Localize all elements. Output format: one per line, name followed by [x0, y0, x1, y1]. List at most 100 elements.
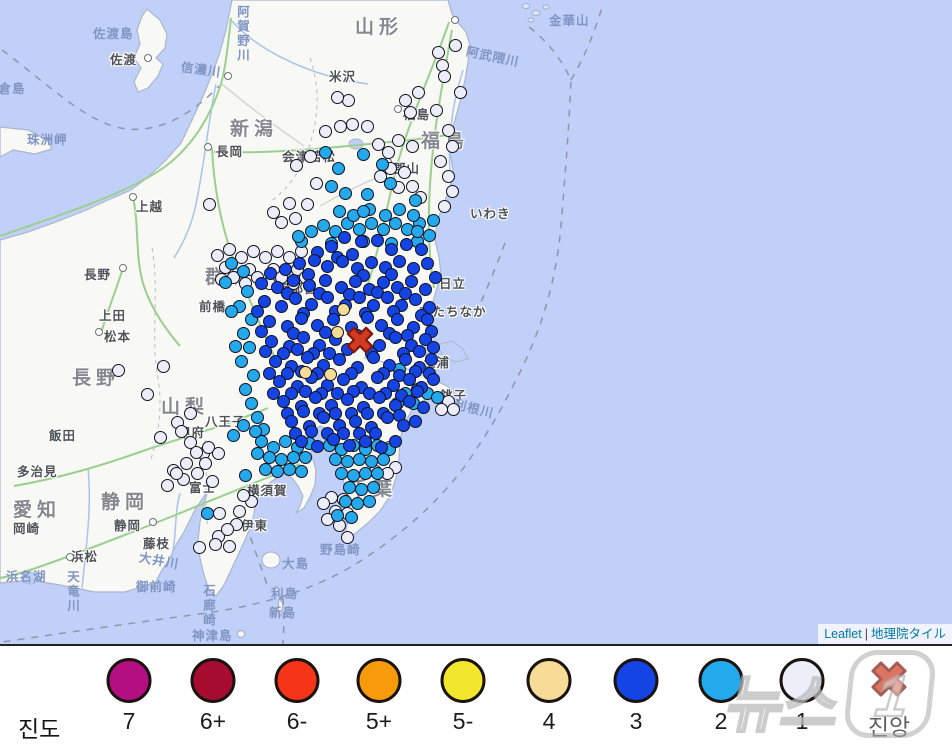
intensity-3-marker	[361, 407, 374, 420]
intensity-2-marker	[384, 177, 397, 190]
intensity-3-marker	[381, 411, 394, 424]
intensity-2-marker	[431, 391, 444, 404]
intensity-3-marker	[251, 305, 264, 318]
leaflet-map[interactable]: 新潟福島長野山梨静岡愛知群馬山形千葉佐渡長岡上越米沢会津若松郡山福島いわき日立ひ…	[0, 0, 952, 646]
map-label: 伊東	[241, 515, 268, 534]
intensity-3-marker	[389, 331, 402, 344]
intensity-2-marker	[325, 180, 338, 193]
intensity-3-marker	[341, 393, 354, 406]
intensity-1-marker	[161, 479, 174, 492]
intensity-3-marker	[301, 351, 314, 364]
map-label: 浜名湖	[6, 566, 47, 585]
intensity-3-marker	[343, 439, 356, 452]
intensity-3-marker	[336, 255, 349, 268]
intensity-3-marker	[385, 243, 398, 256]
intensity-3-marker	[371, 371, 384, 384]
intensity-1-marker	[399, 94, 412, 107]
city-dot	[394, 105, 402, 113]
intensity-2-marker	[343, 481, 356, 494]
intensity-1-marker	[271, 245, 284, 258]
intensity-2-marker	[225, 305, 238, 318]
intensity-1-marker	[434, 155, 447, 168]
intensity-2-marker	[367, 481, 380, 494]
intensity-2-marker	[219, 276, 232, 289]
intensity-3-marker	[371, 234, 384, 247]
intensity-3-marker	[391, 313, 404, 326]
legend-label: 6-	[287, 708, 307, 735]
intensity-3-marker	[373, 391, 386, 404]
intensity-3-marker	[349, 275, 362, 288]
intensity-3-marker	[421, 313, 434, 326]
intensity-2-marker	[333, 205, 346, 218]
intensity-2-marker	[363, 495, 376, 508]
intensity-2-marker	[339, 495, 352, 508]
intensity-3-marker	[293, 257, 306, 270]
intensity-3-marker	[277, 395, 290, 408]
intensity-2-marker	[357, 205, 370, 218]
legend-label: 1	[796, 708, 809, 735]
intensity-1-marker	[442, 124, 455, 137]
intensity-1-marker	[213, 507, 226, 520]
intensity-3-marker	[297, 405, 310, 418]
intensity-3-marker	[415, 243, 428, 256]
map-label: 前橋	[199, 296, 226, 315]
map-label: 金華山	[549, 10, 590, 29]
intensity-1-marker	[247, 245, 260, 258]
intensity-3-marker	[409, 293, 422, 306]
intensity-3-marker	[321, 260, 334, 273]
intensity-3-marker	[297, 331, 310, 344]
map-label: 多治見	[17, 461, 58, 480]
intensity-3-marker	[337, 373, 350, 386]
intensity-1-marker	[199, 457, 212, 470]
gsi-tiles-link[interactable]: 地理院タイル	[871, 627, 946, 641]
intensity-1-marker	[442, 170, 455, 183]
intensity-1-marker	[438, 70, 451, 83]
intensity-1-marker	[157, 360, 170, 373]
map-label: 長野	[84, 264, 111, 283]
intensity-2-marker	[243, 341, 256, 354]
intensity-2-marker	[393, 203, 406, 216]
intensity-4-marker	[299, 366, 312, 379]
intensity-4-marker	[324, 368, 337, 381]
intensity-1-marker	[175, 425, 188, 438]
intensity-1-marker	[438, 200, 451, 213]
intensity-2-marker	[365, 217, 378, 230]
intensity-1-marker	[141, 388, 154, 401]
city-dot	[119, 264, 127, 272]
legend-label: 6+	[200, 708, 226, 735]
intensity-1-marker	[190, 446, 203, 459]
legend-circle-5+	[357, 658, 402, 703]
intensity-3-marker	[405, 275, 418, 288]
intensity-3-marker	[287, 274, 300, 287]
map-label: 長岡	[216, 141, 243, 160]
intensity-1-marker	[331, 91, 344, 104]
intensity-2-marker	[251, 411, 264, 424]
city-dot	[451, 16, 459, 24]
intensity-3-marker	[305, 425, 318, 438]
intensity-2-marker	[259, 463, 272, 476]
intensity-2-marker	[317, 219, 330, 232]
intensity-2-marker	[271, 465, 284, 478]
intensity-1-marker	[404, 106, 417, 119]
intensity-3-marker	[279, 263, 292, 276]
intensity-2-marker	[283, 463, 296, 476]
intensity-3-marker	[419, 283, 432, 296]
intensity-1-marker	[361, 120, 374, 133]
intensity-1-marker	[180, 457, 193, 470]
map-label: 利島	[271, 583, 298, 602]
intensity-1-marker	[430, 104, 443, 117]
intensity-3-marker	[269, 355, 282, 368]
intensity-1-marker	[446, 185, 459, 198]
intensity-3-marker	[381, 291, 394, 304]
intensity-2-marker	[239, 383, 252, 396]
leaflet-link[interactable]: Leaflet	[824, 627, 862, 641]
map-label: 新潟	[230, 114, 278, 141]
intensity-3-marker	[319, 274, 332, 287]
intensity-2-marker	[245, 397, 258, 410]
intensity-3-marker	[321, 291, 334, 304]
intensity-3-marker	[407, 262, 420, 275]
legend-circle-1	[780, 658, 825, 703]
intensity-2-marker	[251, 447, 264, 460]
map-label: 山形	[355, 12, 403, 39]
intensity-3-marker	[425, 353, 438, 366]
